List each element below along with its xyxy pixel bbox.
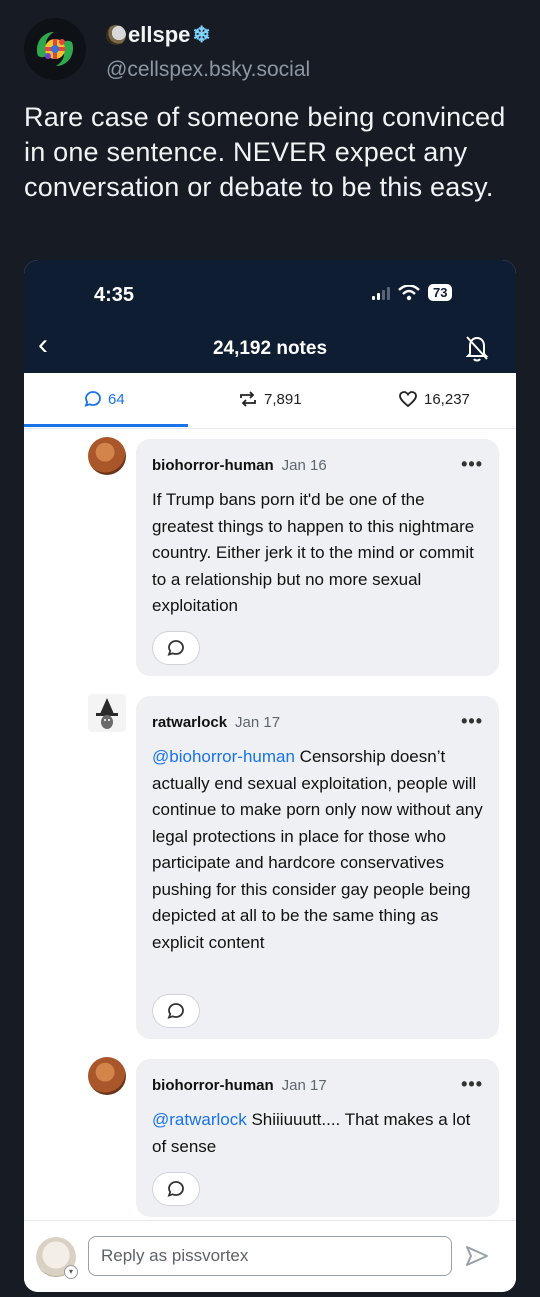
reply-bubble: biohorror-human Jan 17 ••• @ratwarlock S… bbox=[136, 1059, 499, 1217]
author-avatar[interactable] bbox=[24, 18, 86, 80]
heart-icon bbox=[399, 391, 417, 408]
tab-reblogs[interactable]: 7,891 bbox=[238, 390, 302, 408]
battery-icon: 73 bbox=[428, 284, 453, 301]
reply-button[interactable] bbox=[152, 1172, 200, 1206]
avatar[interactable] bbox=[88, 437, 126, 475]
reply-header: ratwarlock Jan 17 ••• bbox=[152, 712, 483, 732]
reply-username[interactable]: biohorror-human bbox=[152, 457, 274, 474]
status-time: 4:35 bbox=[94, 284, 135, 306]
reblog-icon bbox=[240, 391, 256, 407]
avatar[interactable]: ▾ bbox=[36, 1237, 78, 1279]
chevron-down-icon[interactable]: ▾ bbox=[64, 1265, 78, 1279]
reply-date: Jan 16 bbox=[281, 457, 327, 474]
post-header: ellspe ❄ @cellspex.bsky.social bbox=[24, 18, 310, 82]
reply-date: Jan 17 bbox=[235, 714, 281, 731]
app-top-bar: 4:35 73 ‹ 24,192 notes bbox=[24, 260, 516, 373]
reply-input[interactable] bbox=[88, 1236, 452, 1276]
wifi-icon bbox=[398, 284, 420, 300]
tab-replies-count: 64 bbox=[108, 390, 125, 408]
reply-username[interactable]: ratwarlock bbox=[152, 714, 227, 731]
author-display-name[interactable]: ellspe ❄ bbox=[106, 20, 310, 50]
send-icon[interactable] bbox=[464, 1243, 490, 1269]
reply-bubble: biohorror-human Jan 16 ••• If Trump bans… bbox=[136, 439, 499, 676]
reply-text: If Trump bans porn it'd be one of the gr… bbox=[152, 487, 483, 620]
signal-icon bbox=[372, 286, 390, 300]
reply-date: Jan 17 bbox=[281, 1077, 327, 1094]
active-tab-indicator bbox=[24, 424, 188, 427]
avatar[interactable] bbox=[88, 1057, 126, 1095]
post-text: Rare case of someone being convinced in … bbox=[24, 102, 506, 202]
status-icons: 73 bbox=[372, 284, 453, 301]
notes-title: 24,192 notes bbox=[212, 338, 328, 359]
tab-likes[interactable]: 16,237 bbox=[398, 390, 470, 408]
comment-icon bbox=[167, 1181, 184, 1197]
reply-button[interactable] bbox=[152, 994, 200, 1028]
notes-tabs: 64 7,891 16,237 bbox=[24, 373, 516, 429]
reply-button[interactable] bbox=[152, 631, 200, 665]
avatar[interactable] bbox=[88, 694, 126, 732]
bell-off-icon[interactable] bbox=[464, 334, 490, 362]
more-options-icon[interactable]: ••• bbox=[461, 455, 483, 473]
witch-avatar-image bbox=[96, 698, 118, 729]
more-options-icon[interactable]: ••• bbox=[461, 712, 483, 730]
reply-username[interactable]: biohorror-human bbox=[152, 1077, 274, 1094]
tab-likes-count: 16,237 bbox=[424, 390, 470, 408]
reply-mention-link[interactable]: @ratwarlock bbox=[152, 1110, 247, 1129]
author-avatar-image bbox=[24, 18, 86, 80]
embedded-screenshot[interactable]: 4:35 73 ‹ 24,192 notes 64 7,891 16,237 b… bbox=[24, 260, 516, 1292]
comment-icon bbox=[167, 1003, 184, 1019]
reply-text: @biohorror-human Censorship doesn’t actu… bbox=[152, 744, 483, 956]
author-info: ellspe ❄ @cellspex.bsky.social bbox=[106, 20, 310, 82]
tab-replies[interactable]: 64 bbox=[84, 390, 125, 408]
reply-header: biohorror-human Jan 17 ••• bbox=[152, 1075, 483, 1095]
reply-header: biohorror-human Jan 16 ••• bbox=[152, 455, 483, 475]
reply-mention-link[interactable]: @biohorror-human bbox=[152, 747, 295, 766]
moon-icon bbox=[106, 25, 126, 45]
comment-icon bbox=[84, 391, 101, 407]
reply-body-text: If Trump bans porn it'd be one of the gr… bbox=[152, 490, 475, 615]
reply-body-text: Censorship doesn’t actually end sexual e… bbox=[152, 747, 483, 952]
comment-icon bbox=[167, 640, 184, 656]
reply-text: @ratwarlock Shiiiuuutt.... That makes a … bbox=[152, 1107, 483, 1160]
more-options-icon[interactable]: ••• bbox=[461, 1075, 483, 1093]
author-handle[interactable]: @cellspex.bsky.social bbox=[106, 58, 310, 82]
display-name-text: ellspe bbox=[128, 22, 191, 47]
reply-composer-bar: ▾ bbox=[24, 1220, 516, 1292]
snowflake-icon: ❄ bbox=[192, 22, 211, 47]
reply-bubble: ratwarlock Jan 17 ••• @biohorror-human C… bbox=[136, 696, 499, 1039]
tab-reblogs-count: 7,891 bbox=[264, 390, 302, 408]
